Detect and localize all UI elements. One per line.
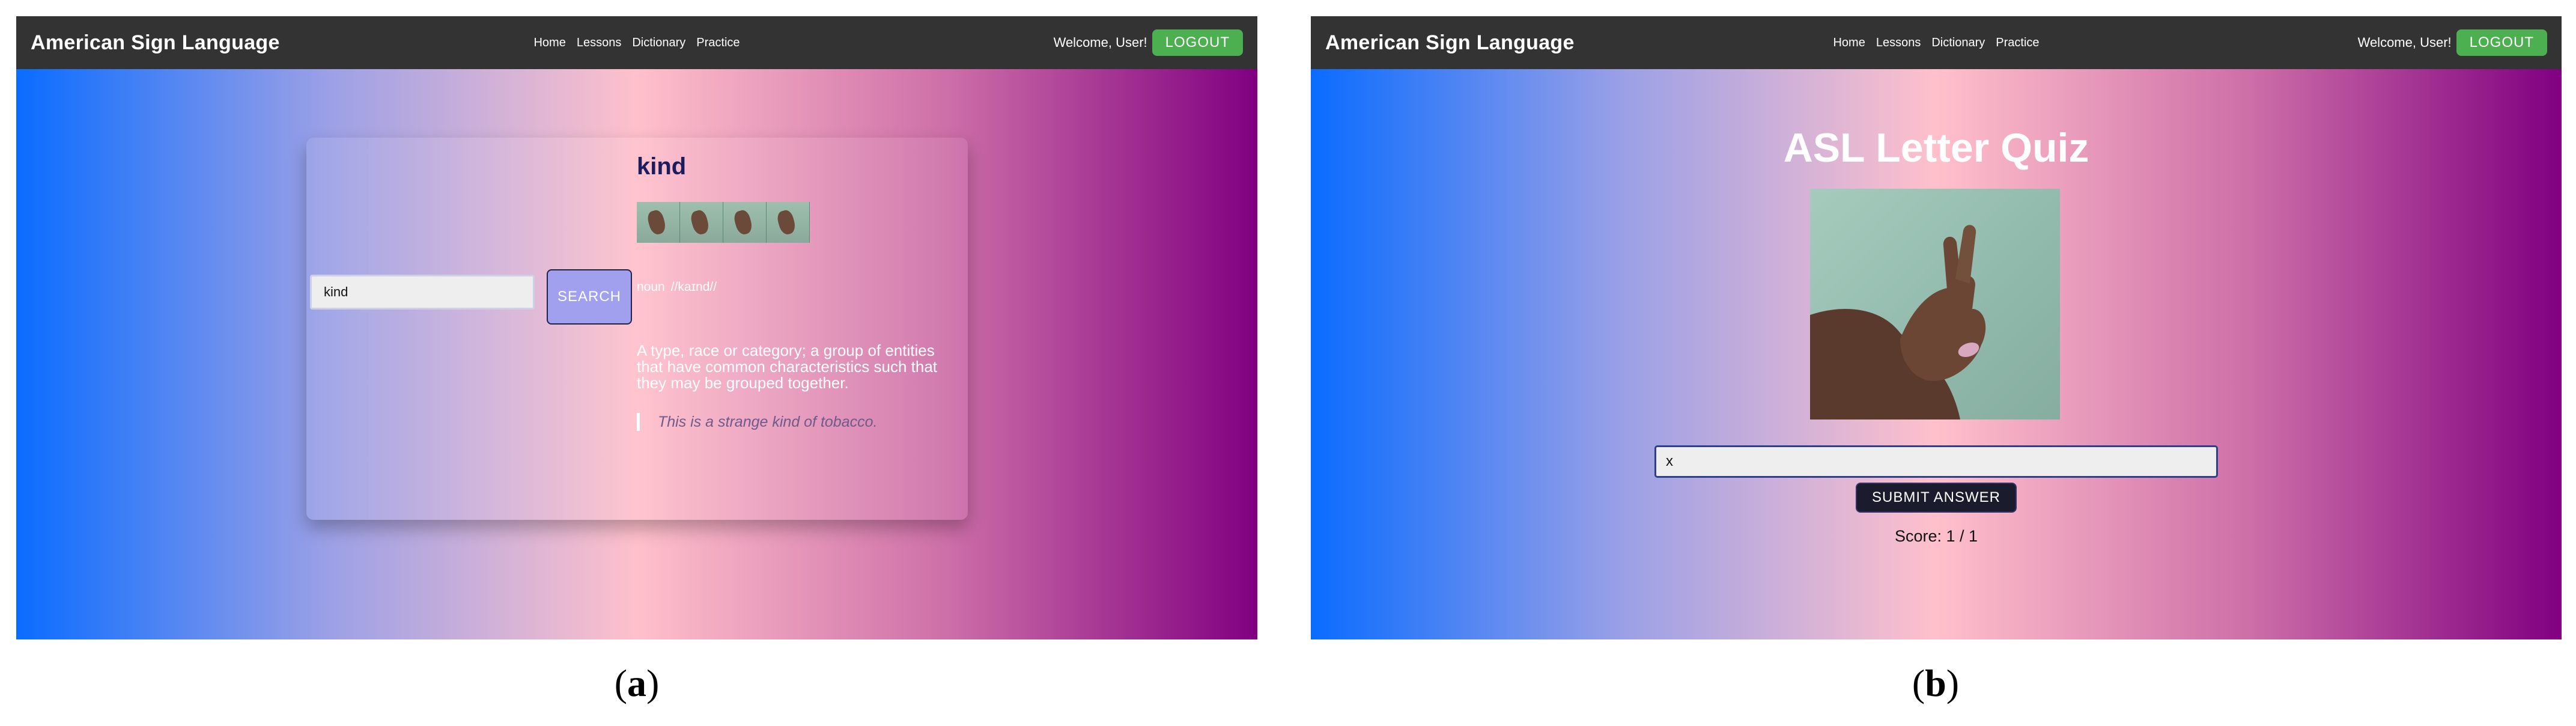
search-input[interactable] (310, 275, 535, 310)
brand-title[interactable]: American Sign Language (1325, 31, 1575, 55)
quiz-screenshot: American Sign Language Home Lessons Dict… (1311, 16, 2562, 639)
example-quote: This is a strange kind of tobacco. (637, 413, 877, 431)
search-button[interactable]: SEARCH (547, 269, 632, 325)
welcome-text: Welcome, User! (2357, 35, 2452, 50)
dictionary-card: SEARCH kind noun //kaɪnd// A type, race … (306, 138, 968, 520)
nav-link-dictionary[interactable]: Dictionary (1931, 36, 1985, 50)
nav-link-practice[interactable]: Practice (1996, 36, 2039, 50)
sign-frame-image (680, 202, 723, 243)
score-text: Score: 1 / 1 (1894, 527, 1978, 545)
navbar: American Sign Language Home Lessons Dict… (16, 16, 1257, 69)
word-title: kind (637, 153, 687, 180)
user-area: Welcome, User! LOGOUT (1054, 29, 1243, 56)
nav-link-home[interactable]: Home (1833, 36, 1865, 50)
logout-button[interactable]: LOGOUT (2456, 29, 2547, 56)
dictionary-screenshot: American Sign Language Home Lessons Dict… (16, 16, 1257, 639)
main-content: ASL Letter Quiz SUBMIT ANSWER Score: 1 /… (1311, 69, 2562, 639)
pronunciation-line: noun //kaɪnd// (637, 280, 717, 294)
user-area: Welcome, User! LOGOUT (2358, 29, 2547, 56)
sign-frame-image (637, 202, 680, 243)
nav-link-dictionary[interactable]: Dictionary (632, 36, 685, 50)
caption-b: (b) (1912, 662, 1960, 704)
part-of-speech: noun (637, 280, 665, 294)
nav-link-practice[interactable]: Practice (696, 36, 740, 50)
definition-text: A type, race or category; a group of ent… (637, 341, 938, 392)
nav-link-lessons[interactable]: Lessons (577, 36, 622, 50)
welcome-text: Welcome, User! (1053, 35, 1147, 50)
answer-input[interactable] (1654, 445, 2218, 478)
submit-answer-button[interactable]: SUBMIT ANSWER (1856, 483, 2017, 513)
navbar: American Sign Language Home Lessons Dict… (1311, 16, 2562, 69)
sign-frame-image (767, 202, 810, 243)
hand-sign-illustration (1810, 225, 1986, 419)
phonetic: //kaɪnd// (670, 280, 717, 294)
brand-title[interactable]: American Sign Language (31, 31, 280, 55)
sign-frame-image (723, 202, 767, 243)
main-content: SEARCH kind noun //kaɪnd// A type, race … (16, 69, 1257, 639)
logout-button[interactable]: LOGOUT (1152, 29, 1243, 56)
nav-link-home[interactable]: Home (533, 36, 565, 50)
caption-a: (a) (614, 662, 660, 704)
quiz-title: ASL Letter Quiz (1783, 125, 2089, 171)
nav-link-lessons[interactable]: Lessons (1876, 36, 1921, 50)
hand-sign-image (1810, 189, 2060, 419)
sign-image-strip (637, 202, 810, 243)
